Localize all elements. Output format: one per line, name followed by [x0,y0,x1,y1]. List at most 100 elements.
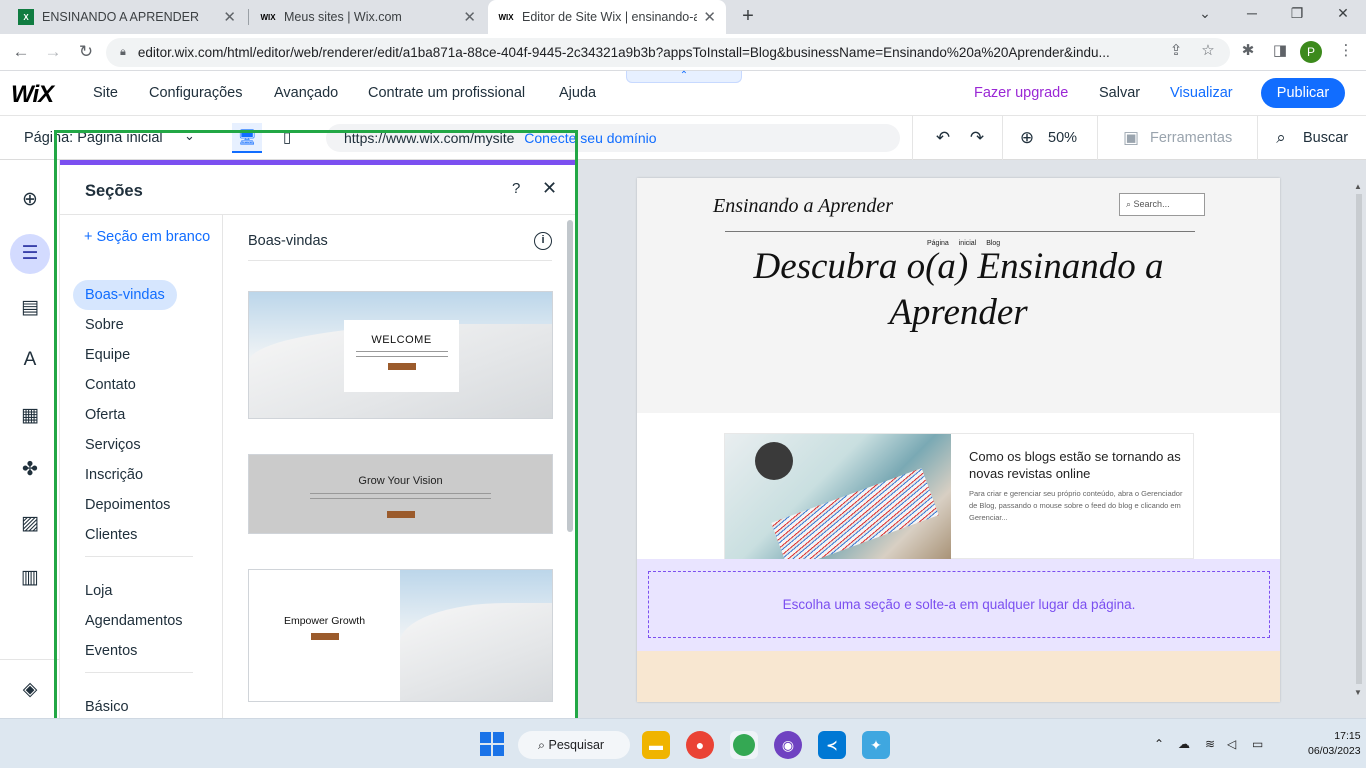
help-icon[interactable]: ? [512,180,520,197]
chevron-up-icon[interactable]: ⌃ [1154,737,1164,751]
mobile-icon[interactable]: ▯ [272,123,302,153]
panel-scrollbar[interactable] [567,220,573,532]
menu-site[interactable]: Site [93,85,118,101]
upgrade-link[interactable]: Fazer upgrade [974,85,1068,101]
tools-button[interactable]: Ferramentas [1150,130,1232,146]
browser-tab-wix-sites[interactable]: WIX Meus sites | Wix.com ✕ [250,0,486,34]
category-clients[interactable]: Clientes [73,520,149,550]
site-header[interactable]: Ensinando a Aprender ⌕ Search... Página … [637,178,1280,413]
vscode-icon[interactable]: ≺ [818,731,846,759]
blog-post-title[interactable]: Como os blogs estão se tornando as novas… [969,448,1184,482]
minimize-icon[interactable]: ─ [1242,5,1262,21]
chrome-icon[interactable]: ● [686,731,714,759]
desktop-icon[interactable]: 🖥︎ [232,123,262,153]
chrome-profile-icon[interactable] [730,731,758,759]
tools-icon[interactable]: ▣ [1120,128,1142,148]
chevron-down-icon[interactable]: ⌄ [184,128,195,144]
category-subscribe[interactable]: Inscrição [73,460,155,490]
share-icon[interactable]: ⇪ [1166,41,1186,59]
menu-hire-pro[interactable]: Contrate um profissional [368,85,525,101]
collapse-toolbar-tab[interactable]: ⌃ [626,71,742,83]
browser-tab-spreadsheet[interactable]: X ENSINANDO A APRENDER ✕ [8,0,246,34]
taskbar-search[interactable]: ⌕ Pesquisar [518,731,630,759]
volume-icon[interactable]: ◁ [1227,737,1236,751]
battery-icon[interactable]: ▭ [1252,737,1263,751]
blog-post-card[interactable]: Como os blogs estão se tornando as novas… [724,433,1194,560]
category-services[interactable]: Serviços [73,430,153,460]
app-icon[interactable]: ✦ [862,731,890,759]
category-about[interactable]: Sobre [73,310,136,340]
blank-section-button[interactable]: + Seção em branco [84,229,210,245]
menu-settings[interactable]: Configurações [149,85,243,101]
close-icon[interactable]: ✕ [463,8,476,26]
undo-icon[interactable]: ↶ [932,128,954,148]
browser-tab-wix-editor[interactable]: WIX Editor de Site Wix | ensinando-a- ✕ [488,0,726,34]
cms-icon[interactable]: ▥ [10,558,50,598]
system-clock[interactable]: 17:15 06/03/2023 [1308,729,1361,759]
side-panel-icon[interactable]: ◨ [1270,41,1290,59]
close-icon[interactable]: ✕ [703,8,716,26]
publish-button[interactable]: Publicar [1261,78,1345,108]
menu-help[interactable]: Ajuda [559,85,596,101]
profile-avatar[interactable]: P [1300,41,1322,63]
github-icon[interactable]: ◉ [774,731,802,759]
search-icon[interactable]: ⌕ [1270,128,1292,148]
save-button[interactable]: Salvar [1099,85,1140,101]
file-explorer-icon[interactable]: ▬ [642,731,670,759]
onedrive-icon[interactable]: ☁ [1178,737,1190,751]
back-icon[interactable]: ← [10,41,32,63]
site-name[interactable]: Ensinando a Aprender [713,195,893,218]
wifi-icon[interactable]: ≋ [1205,737,1215,751]
canvas-scrollbar[interactable] [1356,194,1362,684]
window-close-icon[interactable]: ✕ [1333,5,1353,22]
business-apps-icon[interactable]: ✤ [10,450,50,490]
close-icon[interactable]: ✕ [542,178,557,199]
layers-icon[interactable]: ◈ [10,670,50,710]
category-events[interactable]: Eventos [73,636,149,666]
section-thumbnail-empower[interactable]: Empower Growth [248,569,553,702]
hero-title[interactable]: Descubra o(a) Ensinando a Aprender [697,244,1220,336]
preview-button[interactable]: Visualizar [1170,85,1233,101]
chrome-menu-icon[interactable]: ⋮ [1336,41,1356,59]
sections-icon[interactable]: ☰ [10,234,50,274]
search-button[interactable]: Buscar [1303,130,1348,146]
category-welcome[interactable]: Boas-vindas [73,280,177,310]
site-footer[interactable] [637,651,1280,702]
url-text[interactable]: editor.wix.com/html/editor/web/renderer/… [138,45,1148,60]
address-bar[interactable]: 🔒︎ editor.wix.com/html/editor/web/render… [106,38,1230,67]
category-contact[interactable]: Contato [73,370,148,400]
menu-advanced[interactable]: Avançado [274,85,338,101]
site-url-field[interactable]: https://www.wix.com/mysite Conecte seu d… [326,124,900,152]
site-search-box[interactable]: ⌕ Search... [1119,193,1205,216]
restore-icon[interactable]: ❐ [1287,5,1307,22]
apps-icon[interactable]: ▦ [10,396,50,436]
connect-domain-link[interactable]: Conecte seu domínio [524,130,656,146]
add-elements-icon[interactable]: ⊕ [10,180,50,220]
bookmark-star-icon[interactable]: ☆ [1198,41,1218,59]
wix-logo[interactable]: WiX [11,81,54,109]
section-drop-zone[interactable]: Escolha uma seção e solte-a em qualquer … [637,559,1280,651]
zoom-in-icon[interactable]: ⊕ [1016,128,1038,148]
media-icon[interactable]: ▨ [10,504,50,544]
page-selector[interactable]: Página: Página inicial [24,130,163,146]
extensions-icon[interactable]: ✱ [1238,41,1258,59]
category-team[interactable]: Equipe [73,340,142,370]
category-offer[interactable]: Oferta [73,400,137,430]
category-store[interactable]: Loja [73,576,124,606]
zoom-level[interactable]: 50% [1048,130,1077,146]
info-icon[interactable]: i [534,232,552,250]
new-tab-button[interactable]: + [738,6,758,28]
redo-icon[interactable]: ↷ [966,128,988,148]
pages-icon[interactable]: ▤ [10,288,50,328]
reload-icon[interactable]: ↻ [75,41,97,63]
forward-icon[interactable]: → [42,41,64,63]
close-icon[interactable]: ✕ [223,8,236,26]
tab-search-icon[interactable]: ⌄ [1195,5,1215,22]
theme-icon[interactable]: A [10,340,50,380]
scroll-down-icon[interactable]: ▼ [1354,688,1362,697]
category-testimonials[interactable]: Depoimentos [73,490,182,520]
scroll-up-icon[interactable]: ▲ [1354,182,1362,191]
category-bookings[interactable]: Agendamentos [73,606,195,636]
start-icon[interactable] [480,732,504,756]
section-thumbnail-grow[interactable]: Grow Your Vision [248,454,553,534]
